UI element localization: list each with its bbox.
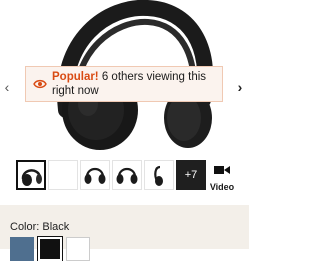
video-camera-icon (214, 166, 230, 174)
thumbnail-4[interactable] (112, 160, 142, 190)
headphones-thumb-icon (84, 167, 106, 184)
color-swatch-black[interactable] (37, 236, 63, 261)
product-options: Color: Black (0, 205, 249, 261)
popular-label: Popular! (52, 71, 99, 83)
headphones-thumb-icon (154, 165, 163, 186)
next-image-arrow[interactable]: › (235, 80, 245, 94)
thumbnail-5[interactable] (144, 160, 174, 190)
color-label: Color: Black (10, 221, 70, 233)
thumbnail-1[interactable] (16, 160, 46, 190)
thumbnail-2[interactable] (48, 160, 78, 190)
previous-image-arrow[interactable]: ‹ (2, 80, 12, 94)
headphones-thumb-icon (21, 169, 42, 186)
popularity-message: Popular! 6 others viewing this right now (52, 70, 216, 98)
headphones-thumb-icon (116, 167, 138, 184)
color-swatch-white[interactable] (66, 237, 90, 261)
video-label: Video (209, 182, 235, 192)
popularity-banner: Popular! 6 others viewing this right now (25, 66, 223, 102)
product-gallery: ‹ › Popular! 6 others viewing this right… (0, 0, 249, 159)
thumbnail-3[interactable] (80, 160, 110, 190)
more-images-thumbnail[interactable]: +7 (176, 160, 206, 190)
video-button[interactable]: Video (208, 162, 236, 192)
color-swatch-blue[interactable] (10, 237, 34, 261)
eye-icon (33, 79, 47, 89)
